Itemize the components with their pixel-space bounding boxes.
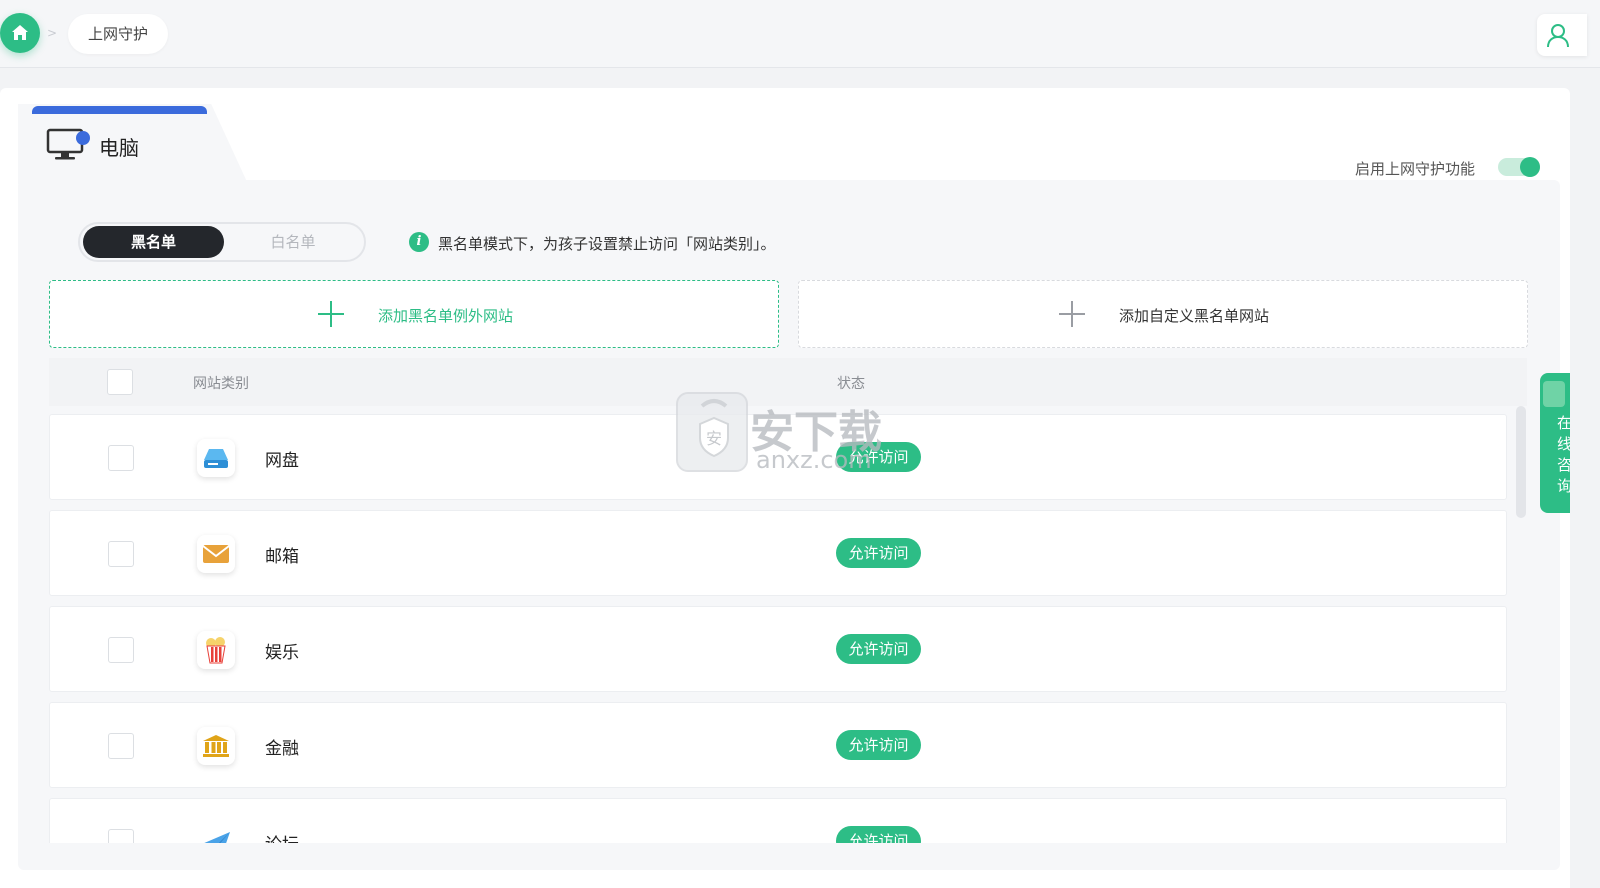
list-scrollbar[interactable] bbox=[1516, 406, 1526, 518]
online-consult-tab[interactable]: 在线咨询 bbox=[1540, 373, 1570, 513]
guard-toggle[interactable] bbox=[1498, 157, 1540, 177]
watermark-shield-icon: 安 bbox=[676, 392, 748, 472]
paper-plane-icon bbox=[197, 823, 235, 843]
whitelist-tab[interactable]: 白名单 bbox=[224, 226, 362, 258]
category-name: 邮箱 bbox=[265, 547, 299, 567]
table-row[interactable]: 邮箱 允许访问 bbox=[49, 510, 1507, 596]
top-bar: > 上网守护 bbox=[0, 0, 1600, 68]
guard-toggle-label: 启用上网守护功能 bbox=[1355, 160, 1476, 178]
plus-icon bbox=[316, 299, 346, 329]
status-badge[interactable]: 允许访问 bbox=[836, 826, 921, 843]
plus-icon bbox=[1057, 299, 1087, 329]
home-icon bbox=[12, 25, 28, 40]
status-badge[interactable]: 允许访问 bbox=[836, 634, 921, 664]
category-name: 论坛 bbox=[265, 830, 299, 843]
agent-avatar-icon bbox=[1543, 381, 1565, 407]
row-checkbox[interactable] bbox=[108, 637, 134, 663]
toggle-knob bbox=[1520, 157, 1540, 177]
row-checkbox[interactable] bbox=[108, 733, 134, 759]
table-row[interactable]: 娱乐 允许访问 bbox=[49, 606, 1507, 692]
svg-text:安: 安 bbox=[706, 429, 722, 448]
add-exception-site-label: 添加黑名单例外网站 bbox=[378, 307, 514, 325]
add-custom-blacklist-button[interactable]: 添加自定义黑名单网站 bbox=[798, 280, 1528, 348]
bank-icon bbox=[197, 727, 235, 765]
table-row[interactable]: 论坛 允许访问 bbox=[49, 798, 1507, 843]
table-row[interactable]: 金融 允许访问 bbox=[49, 702, 1507, 788]
breadcrumb-current[interactable]: 上网守护 bbox=[68, 14, 169, 54]
category-list: 网盘 允许访问 邮箱 允许访问 娱乐 允许访问 金融 允许访问 允许访问 bbox=[49, 414, 1513, 843]
blacklist-tab[interactable]: 黑名单 bbox=[83, 226, 224, 258]
watermark-text-en: anxz.com bbox=[756, 446, 872, 474]
status-badge[interactable]: 允许访问 bbox=[836, 538, 921, 568]
mail-icon bbox=[197, 535, 235, 573]
home-button[interactable] bbox=[0, 13, 40, 53]
select-all-checkbox[interactable] bbox=[107, 369, 133, 395]
user-icon bbox=[1547, 24, 1569, 48]
row-checkbox[interactable] bbox=[108, 445, 134, 471]
device-tab-label: 电脑 bbox=[99, 136, 139, 160]
header-category: 网站类别 bbox=[193, 376, 249, 392]
category-name: 娱乐 bbox=[265, 643, 299, 663]
popcorn-icon bbox=[197, 631, 235, 669]
user-button[interactable] bbox=[1537, 14, 1587, 56]
consult-label: 在线咨询 bbox=[1557, 414, 1570, 495]
info-icon: i bbox=[409, 232, 429, 252]
category-name: 网盘 bbox=[265, 451, 299, 471]
cloud-drive-icon bbox=[197, 439, 235, 477]
row-checkbox[interactable] bbox=[108, 541, 134, 567]
mode-hint-text: 黑名单模式下，为孩子设置禁止访问「网站类别」。 bbox=[438, 235, 776, 253]
mode-switch: 黑名单 白名单 bbox=[78, 222, 366, 262]
status-badge[interactable]: 允许访问 bbox=[836, 730, 921, 760]
device-tab-indicator bbox=[32, 106, 207, 114]
add-custom-blacklist-label: 添加自定义黑名单网站 bbox=[1119, 307, 1270, 325]
row-checkbox[interactable] bbox=[108, 829, 134, 843]
breadcrumb-separator: > bbox=[47, 26, 58, 40]
header-status: 状态 bbox=[837, 376, 865, 392]
category-name: 金融 bbox=[265, 739, 299, 759]
add-exception-site-button[interactable]: 添加黑名单例外网站 bbox=[49, 280, 779, 348]
monitor-icon bbox=[46, 128, 92, 166]
